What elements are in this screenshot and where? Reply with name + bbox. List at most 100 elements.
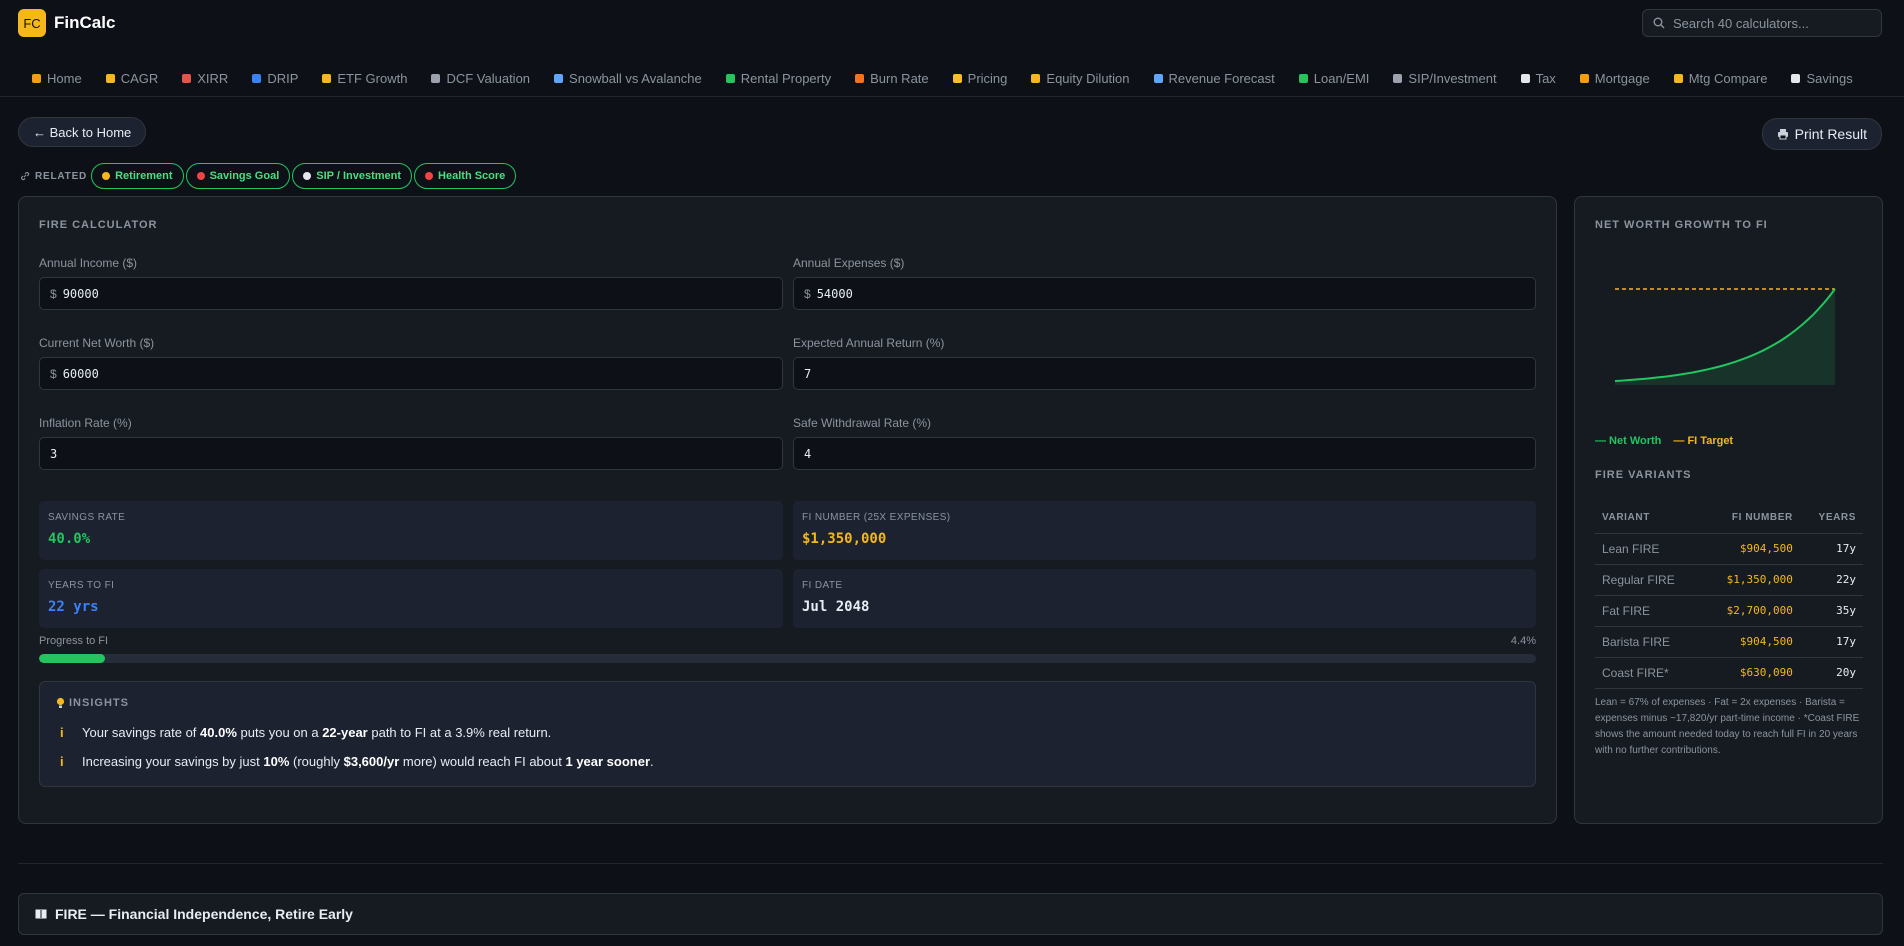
pill-label: Health Score <box>438 170 506 182</box>
house-icon <box>1579 74 1589 83</box>
annual-return-label: Expected Annual Return (%) <box>793 336 945 350</box>
related-pill-savings-goal[interactable]: Savings Goal <box>185 163 291 189</box>
nav-item-label: Home <box>47 71 82 86</box>
nav-item-home[interactable]: Home <box>20 61 94 96</box>
pill-icon <box>425 172 434 180</box>
insight-text: Your savings rate of 40.0% puts you on a… <box>82 725 552 740</box>
currency-prefix: $ <box>804 286 811 301</box>
cell-fi-number: $904,500 <box>1701 626 1800 658</box>
nav-item-label: Tax <box>1535 71 1556 86</box>
savings-rate-label: SAVINGS RATE <box>48 512 126 523</box>
related-pill-retirement[interactable]: Retirement <box>91 163 184 189</box>
nav-item-revenue-forecast[interactable]: Revenue Forecast <box>1142 61 1287 96</box>
pill-label: Savings Goal <box>209 170 280 182</box>
cell-variant: Fat FIRE <box>1595 595 1702 627</box>
fi-number-label: FI NUMBER (25X EXPENSES) <box>802 512 951 523</box>
pill-icon <box>196 172 205 180</box>
nav-item-rental-property[interactable]: Rental Property <box>714 61 843 96</box>
search-placeholder: Search 40 calculators... <box>1673 15 1809 31</box>
nav-item-label: Mortgage <box>1594 71 1650 86</box>
nav-item-savings[interactable]: Savings <box>1779 61 1864 96</box>
nav-item-tax[interactable]: Tax <box>1509 61 1568 96</box>
annual-income-value: 90000 <box>62 286 99 301</box>
lightbulb-icon <box>56 697 65 708</box>
app-name[interactable]: FinCalc <box>54 13 115 33</box>
withdrawal-field[interactable]: 4 <box>793 437 1536 470</box>
nav-item-drip[interactable]: DRIP <box>240 61 310 96</box>
table-row: Fat FIRE $2,700,000 35y <box>1595 595 1863 627</box>
cell-fi-number: $1,350,000 <box>1701 564 1800 596</box>
fire-explainer-card[interactable]: FIRE — Financial Independence, Retire Ea… <box>18 893 1883 935</box>
calculator-nav: Home CAGR XIRR DRIP ETF Growth DCF Valuation S… <box>0 61 1904 97</box>
link-icon <box>21 172 30 181</box>
back-to-home-button[interactable]: ← Back to Home <box>18 117 147 147</box>
nav-item-label: Pricing <box>967 71 1008 86</box>
nav-item-label: ETF Growth <box>337 71 408 86</box>
annual-expenses-value: 54000 <box>816 286 853 301</box>
nav-item-snowball-vs-avalanche[interactable]: Snowball vs Avalanche <box>542 61 714 96</box>
cell-fi-number: $630,090 <box>1701 657 1800 689</box>
top-header: FC FinCalc Search 40 calculators... <box>0 0 1904 46</box>
annual-return-value: 7 <box>804 366 812 381</box>
related-pill-sip-investment[interactable]: SIP / Investment <box>292 163 413 189</box>
nav-item-pricing[interactable]: Pricing <box>941 61 1020 96</box>
receipt-icon <box>1520 74 1530 83</box>
fire-side-panel: NET WORTH GROWTH TO FI — Net Worth — FI … <box>1574 196 1883 824</box>
fire-variants-table: VARIANT FI NUMBER YEARS Lean FIRE $904,50… <box>1595 502 1863 689</box>
nav-item-label: XIRR <box>197 71 229 86</box>
years-header: YEARS <box>1799 502 1863 534</box>
progress-percent: 4.4% <box>1510 635 1536 647</box>
app-logo[interactable]: FC <box>18 9 46 37</box>
currency-prefix: $ <box>50 366 57 381</box>
insight-increase-savings: i Increasing your savings by just 10% (r… <box>60 754 654 769</box>
variants-note: Lean = 67% of expenses · Fat = 2x expens… <box>1595 697 1860 756</box>
insight-text: Increasing your savings by just 10% (rou… <box>82 754 654 769</box>
info-icon: i <box>60 725 64 740</box>
years-to-fi-value: 22 yrs <box>48 599 99 615</box>
net-worth-area <box>1615 289 1835 385</box>
withdrawal-value: 4 <box>804 446 812 461</box>
nav-item-dcf-valuation[interactable]: DCF Valuation <box>419 61 542 96</box>
pill-icon <box>303 172 312 180</box>
info-icon: i <box>60 754 64 769</box>
nav-item-sip-investment[interactable]: SIP/Investment <box>1381 61 1508 96</box>
cell-years: 20y <box>1799 657 1863 689</box>
calendar-icon <box>182 74 192 83</box>
nav-item-label: Burn Rate <box>870 71 929 86</box>
search-input[interactable]: Search 40 calculators... <box>1642 9 1882 37</box>
annual-income-field[interactable]: $ 90000 <box>39 277 783 310</box>
withdrawal-label: Safe Withdrawal Rate (%) <box>793 416 932 430</box>
explainer-title: FIRE — Financial Independence, Retire Ea… <box>55 906 353 922</box>
cell-variant: Coast FIRE* <box>1595 657 1702 689</box>
document-icon <box>431 74 441 83</box>
nav-item-mtg-compare[interactable]: Mtg Compare <box>1662 61 1780 96</box>
nav-item-label: Loan/EMI <box>1313 71 1370 86</box>
annual-return-field[interactable]: 7 <box>793 357 1536 390</box>
table-row: Coast FIRE* $630,090 20y <box>1595 657 1863 689</box>
net-worth-field[interactable]: $ 60000 <box>39 357 783 390</box>
nav-item-etf-growth[interactable]: ETF Growth <box>310 61 419 96</box>
annual-expenses-field[interactable]: $ 54000 <box>793 277 1536 310</box>
cell-fi-number: $2,700,000 <box>1701 595 1800 627</box>
cell-variant: Barista FIRE <box>1595 626 1702 658</box>
inflation-field[interactable]: 3 <box>39 437 783 470</box>
house-icon <box>725 74 735 83</box>
savings-rate-value: 40.0% <box>48 531 91 547</box>
print-result-button[interactable]: Print Result <box>1761 118 1882 150</box>
legend-net-worth: — Net Worth <box>1595 435 1662 447</box>
related-bar: RELATED Retirement Savings Goal SIP / Inve… <box>20 163 518 189</box>
variant-header: VARIANT <box>1595 502 1702 534</box>
pill-label: SIP / Investment <box>316 170 402 182</box>
nav-item-cagr[interactable]: CAGR <box>94 61 171 96</box>
insights-title: INSIGHTS <box>56 697 129 709</box>
fire-icon <box>855 74 865 83</box>
calculator-title: FIRE CALCULATOR <box>39 219 158 231</box>
nav-item-loan-emi[interactable]: Loan/EMI <box>1287 61 1382 96</box>
related-pill-health-score[interactable]: Health Score <box>414 163 517 189</box>
nav-item-xirr[interactable]: XIRR <box>170 61 240 96</box>
fi-number-card: FI NUMBER (25X EXPENSES) $1,350,000 <box>793 501 1536 560</box>
cell-years: 22y <box>1799 564 1863 596</box>
nav-item-burn-rate[interactable]: Burn Rate <box>843 61 941 96</box>
nav-item-mortgage[interactable]: Mortgage <box>1568 61 1662 96</box>
nav-item-equity-dilution[interactable]: Equity Dilution <box>1019 61 1141 96</box>
